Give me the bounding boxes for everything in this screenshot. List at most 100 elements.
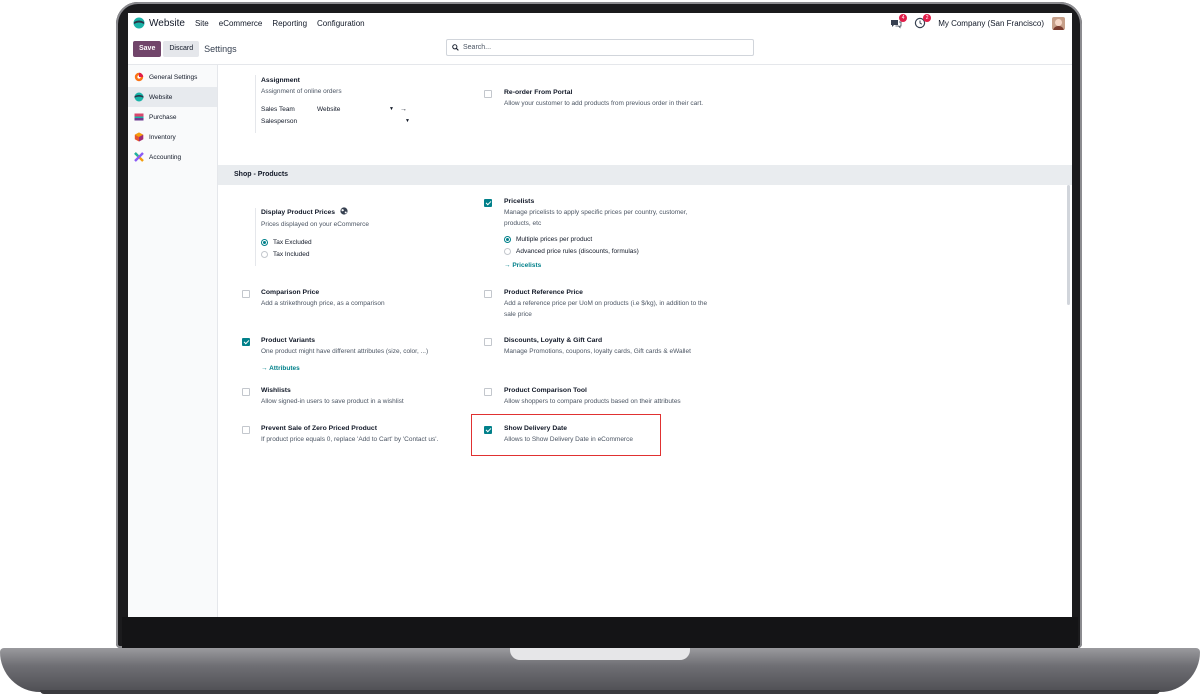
multiple-prices-radio[interactable]: [504, 236, 511, 243]
tax-excluded-option[interactable]: Tax Excluded: [261, 238, 471, 246]
activity-badge: 2: [923, 14, 932, 22]
setting-divider: [255, 208, 256, 266]
screen: Website Site eCommerce Reporting Configu…: [128, 13, 1072, 617]
setting-description: Allow your customer to add products from…: [504, 100, 704, 107]
advanced-rules-option[interactable]: Advanced price rules (discounts, formula…: [504, 248, 714, 255]
setting-display-prices: Display Product Prices Prices displayed …: [261, 207, 471, 258]
sales-team-row: Sales Team Website ▼ →: [261, 106, 471, 113]
comparison-tool-checkbox[interactable]: [484, 388, 492, 396]
setting-description: Allow shoppers to compare products based…: [504, 398, 681, 405]
laptop-bezel: [122, 617, 1078, 648]
laptop-notch: [510, 648, 690, 660]
internal-link-arrow-icon[interactable]: →: [400, 106, 407, 113]
setting-pricelists: Pricelists Manage pricelists to apply sp…: [504, 198, 714, 269]
control-panel: Save Discard Settings Search...: [128, 33, 1072, 65]
website-icon: [134, 92, 144, 102]
discard-button[interactable]: Discard: [163, 40, 200, 57]
setting-title: Show Delivery Date: [504, 425, 568, 432]
chevron-down-icon[interactable]: ▼: [405, 118, 410, 124]
setting-description: Add a reference price per UoM on product…: [504, 300, 708, 318]
setting-title: Pricelists: [504, 198, 535, 205]
radio-label: Tax Included: [273, 250, 310, 258]
setting-divider: [255, 75, 256, 133]
setting-discounts-loyalty: Discounts, Loyalty & Gift Card Manage Pr…: [504, 337, 694, 358]
pricelists-link[interactable]: → Pricelists: [504, 262, 714, 269]
setting-description: Manage Promotions, coupons, loyalty card…: [504, 348, 691, 355]
comparison-price-checkbox[interactable]: [242, 290, 250, 298]
website-app-icon[interactable]: [133, 17, 145, 29]
sidebar-item-website[interactable]: Website: [128, 87, 217, 107]
setting-title: Re-order From Portal: [504, 89, 573, 96]
menu-site[interactable]: Site: [195, 19, 209, 28]
user-avatar[interactable]: [1052, 16, 1065, 30]
setting-description: Manage pricelists to apply specific pric…: [504, 209, 688, 227]
inventory-icon: [134, 132, 144, 142]
radio-label: Multiple prices per product: [516, 236, 593, 243]
chevron-down-icon[interactable]: ▼: [389, 106, 394, 112]
systray: 4 2 My Company (San Francisco): [890, 13, 1072, 33]
radio-label: Tax Excluded: [273, 238, 312, 246]
sales-team-select[interactable]: Website: [317, 106, 389, 113]
setting-description: One product might have different attribu…: [261, 348, 429, 355]
salesperson-label: Salesperson: [261, 117, 298, 125]
setting-wishlists: Wishlists Allow signed-in users to save …: [261, 387, 491, 408]
setting-description: Allows to Show Delivery Date in eCommerc…: [504, 436, 633, 443]
setting-product-variants: Product Variants One product might have …: [261, 337, 471, 372]
chat-badge: 4: [899, 14, 908, 22]
reference-price-checkbox[interactable]: [484, 290, 492, 298]
search-icon: [452, 44, 459, 51]
advanced-rules-radio[interactable]: [504, 248, 511, 255]
wishlists-checkbox[interactable]: [242, 388, 250, 396]
sidebar-item-purchase[interactable]: Purchase: [128, 107, 217, 127]
sidebar-item-accounting[interactable]: Accounting: [128, 147, 217, 167]
setting-description: Assignment of online orders: [261, 88, 342, 95]
salesperson-row: Salesperson ▼: [261, 118, 471, 125]
setting-zero-price: Prevent Sale of Zero Priced Product If p…: [261, 425, 491, 446]
accounting-icon: [134, 152, 144, 162]
sales-team-label: Sales Team: [261, 105, 295, 113]
globe-icon: [340, 207, 348, 217]
setting-comparison-price: Comparison Price Add a strikethrough pri…: [261, 289, 471, 310]
setting-title: Prevent Sale of Zero Priced Product: [261, 425, 377, 432]
setting-description: Add a strikethrough price, as a comparis…: [261, 300, 385, 307]
activity-clock-icon[interactable]: 2: [914, 14, 932, 29]
setting-show-delivery-date: Show Delivery Date Allows to Show Delive…: [504, 425, 664, 446]
save-button[interactable]: Save: [133, 40, 162, 57]
setting-description: Allow signed-in users to save product in…: [261, 398, 404, 405]
reorder-portal-checkbox[interactable]: [484, 90, 492, 98]
tax-included-option[interactable]: Tax Included: [261, 250, 471, 258]
setting-title: Product Reference Price: [504, 289, 583, 296]
scrollbar[interactable]: [1067, 185, 1070, 305]
setting-title: Product Comparison Tool: [504, 387, 587, 394]
menu-configuration[interactable]: Configuration: [317, 19, 365, 28]
attributes-link[interactable]: → Attributes: [261, 365, 471, 372]
sidebar-item-label: Accounting: [149, 153, 182, 161]
show-delivery-date-checkbox[interactable]: [484, 426, 492, 434]
setting-comparison-tool: Product Comparison Tool Allow shoppers t…: [504, 387, 744, 408]
chat-icon[interactable]: 4: [890, 14, 908, 29]
setting-title: Display Product Prices: [261, 207, 471, 217]
multiple-prices-option[interactable]: Multiple prices per product: [504, 236, 714, 243]
zero-price-checkbox[interactable]: [242, 426, 250, 434]
discounts-checkbox[interactable]: [484, 338, 492, 346]
radio-label: Advanced price rules (discounts, formula…: [516, 248, 639, 255]
sidebar-item-label: Purchase: [149, 113, 177, 121]
laptop-feet: [40, 690, 1160, 694]
company-switcher[interactable]: My Company (San Francisco): [938, 19, 1044, 28]
menu-ecommerce[interactable]: eCommerce: [219, 19, 263, 28]
menu-reporting[interactable]: Reporting: [272, 19, 307, 28]
sidebar-item-general-settings[interactable]: General Settings: [128, 67, 217, 87]
tax-included-radio[interactable]: [261, 250, 268, 258]
app-name[interactable]: Website: [149, 18, 185, 29]
link-label: Attributes: [269, 364, 300, 372]
settings-content: Assignment Assignment of online orders S…: [218, 65, 1072, 617]
sidebar-item-label: Inventory: [149, 133, 176, 141]
sidebar-item-label: General Settings: [149, 73, 198, 81]
pricelists-checkbox[interactable]: [484, 199, 492, 207]
setting-title: Assignment: [261, 77, 300, 84]
sidebar-item-inventory[interactable]: Inventory: [128, 127, 217, 147]
arrow-right-icon: →: [504, 262, 511, 269]
tax-excluded-radio[interactable]: [261, 238, 268, 246]
product-variants-checkbox[interactable]: [242, 338, 250, 346]
search-input[interactable]: Search...: [446, 39, 754, 56]
